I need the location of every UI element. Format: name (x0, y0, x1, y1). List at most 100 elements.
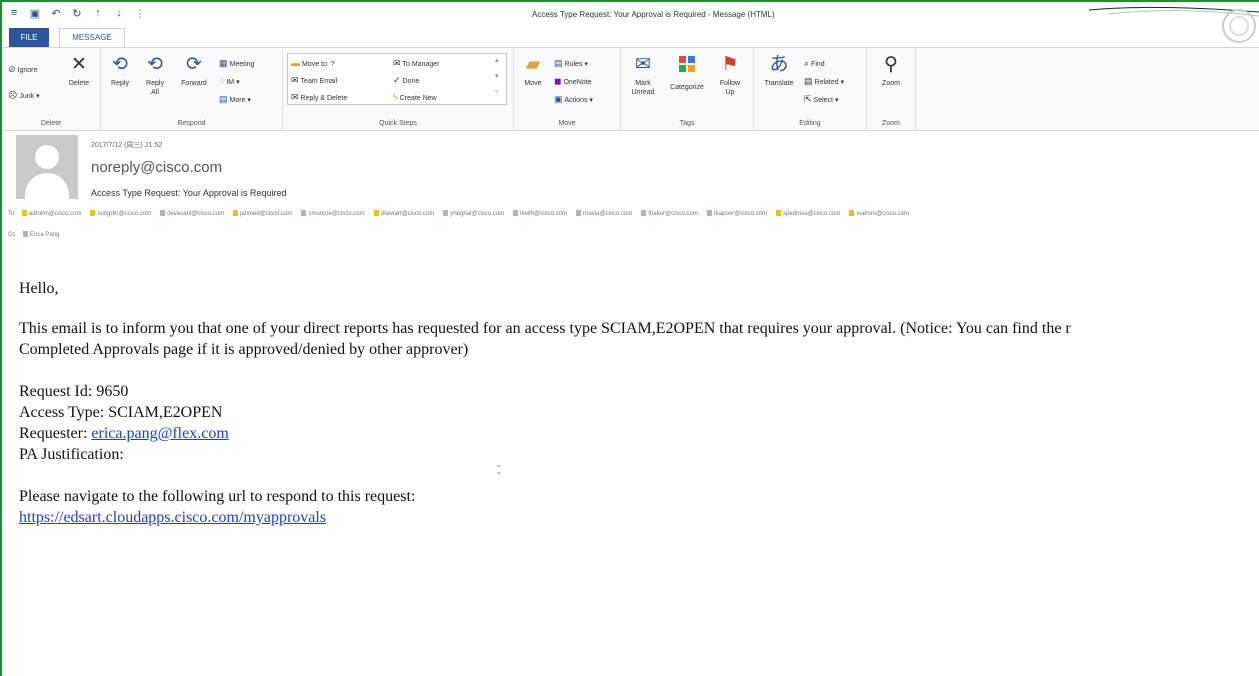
tags-group-label: Tags (679, 120, 695, 127)
delete-group: ⊘ Ignore ☹ Junk ▾ ✕ Delete Delete (2, 48, 101, 130)
move-to-label: Move to: ? (302, 61, 335, 68)
quick-step-done[interactable]: ✓ Done (393, 75, 419, 86)
app-menu-icon[interactable]: ≡ (8, 7, 20, 20)
reply-all-button[interactable]: ⟲ Reply All (139, 54, 171, 97)
actions-icon: ▣ (554, 94, 563, 104)
delete-group-label: Delete (40, 120, 62, 127)
more-icon: ▤ (219, 94, 228, 104)
to-recipient[interactable]: cmonroe@cisco.com (301, 210, 365, 217)
to-recipient-name: sungdin@cisco.com (97, 211, 152, 217)
follow-up-label: Follow Up (719, 80, 741, 96)
to-recipient[interactable]: lkeith@cisco.com (513, 210, 567, 217)
redo-icon[interactable]: ↻ (71, 7, 83, 20)
sender-address[interactable]: noreply@cisco.com (91, 159, 222, 176)
to-recipient[interactable]: dsewart@cisco.com (373, 210, 435, 217)
to-recipient[interactable]: jmeghal@cisco.com (443, 210, 504, 217)
to-recipient[interactable]: devasani@cisco.com (160, 210, 224, 217)
quick-step-reply-delete[interactable]: ✉ Reply & Delete (291, 92, 347, 103)
save-icon[interactable]: ▣ (29, 7, 41, 20)
categorize-icon (665, 54, 709, 80)
onenote-button[interactable]: ◼ OneNote (554, 76, 592, 87)
to-recipient[interactable]: thakur@cisco.com (641, 210, 698, 217)
customize-qat-icon[interactable]: ⋮ (134, 7, 146, 20)
cc-recipient[interactable]: Erica Pang (23, 231, 60, 238)
forward-button[interactable]: ⟳ Forward (175, 54, 213, 88)
undo-icon[interactable]: ↶ (50, 7, 62, 20)
quick-step-move-to[interactable]: ▬ Move to: ? (291, 58, 335, 68)
zoom-group: ⚲ Zoom Zoom (867, 48, 916, 130)
to-recipient[interactable]: vuehiro@cisco.com (849, 210, 909, 217)
junk-icon: ☹ (8, 90, 18, 100)
to-recipient[interactable]: roseta@cisco.com (575, 210, 632, 217)
gallery-scroll-down-icon[interactable]: ▾ (495, 72, 499, 80)
presence-icon (775, 210, 781, 216)
zoom-button[interactable]: ⚲ Zoom (873, 54, 909, 88)
zoom-label: Zoom (882, 80, 900, 87)
select-button[interactable]: ⇱ Select ▾ (804, 94, 838, 105)
editing-group: あ Translate ⌕ Find ▤ Related ▾ ⇱ Select ▾ E… (754, 48, 867, 130)
actions-label: Actions ▾ (564, 97, 593, 104)
presence-icon (513, 210, 519, 216)
to-recipient[interactable]: adrollm@cisco.com (22, 210, 81, 217)
down-arrow-icon[interactable]: ↓ (113, 7, 125, 20)
to-recipient-name: dsewart@cisco.com (380, 211, 435, 217)
to-recipient[interactable]: rkapoor@cisco.com (706, 210, 767, 217)
rules-button[interactable]: ▤ Rules ▾ (554, 58, 588, 69)
outlook-message-window: ≡ ▣ ↶ ↻ ↑ ↓ ⋮ Access Type Request: Your … (0, 0, 1259, 676)
mark-unread-icon: ✉ (635, 54, 651, 75)
categorize-button[interactable]: Categorize (665, 54, 709, 92)
zoom-group-label: Zoom (882, 120, 900, 127)
meeting-button[interactable]: ▦ Meeting (219, 58, 254, 69)
requester-email-link[interactable]: erica.pang@flex.com (91, 425, 228, 442)
to-manager-label: To Manager (402, 61, 440, 68)
related-button[interactable]: ▤ Related ▾ (804, 76, 844, 87)
junk-button[interactable]: ☹ Junk ▾ (8, 90, 40, 101)
move-button[interactable]: ▰ Move (518, 54, 548, 88)
gallery-expand-icon[interactable]: ▿ (495, 88, 499, 96)
tab-message[interactable]: MESSAGE (59, 28, 125, 47)
body-paragraph-line-1: This email is to inform you that one of … (19, 320, 1071, 337)
im-button[interactable]: ◌ IM ▾ (219, 76, 240, 86)
approvals-url-link[interactable]: https://edsart.cloudapps.cisco.com/myapp… (19, 509, 326, 526)
more-respond-button[interactable]: ▤ More ▾ (219, 94, 251, 105)
reply-icon: ⟲ (112, 54, 128, 75)
quick-step-create-new[interactable]: ϟ Create New (393, 92, 437, 102)
junk-label: Junk ▾ (19, 93, 40, 100)
to-recipient[interactable]: spedrosa@cisco.com (775, 210, 841, 217)
find-button[interactable]: ⌕ Find (804, 58, 825, 69)
gallery-scroll-up-icon[interactable]: ▴ (495, 56, 499, 64)
editing-group-label: Editing (799, 120, 821, 127)
requester-line: Requester: erica.pang@flex.com (19, 423, 1259, 444)
select-icon: ⇱ (804, 94, 812, 104)
translate-button[interactable]: あ Translate (758, 54, 800, 88)
tab-file[interactable]: FILE (9, 28, 49, 47)
up-arrow-icon[interactable]: ↑ (92, 7, 104, 20)
reply-all-icon: ⟲ (147, 54, 163, 75)
message-body: Hello, This email is to inform you that … (19, 278, 1259, 528)
access-type: Access Type: SCIAM,E2OPEN (19, 404, 223, 421)
cc-recipient-name: Erica Pang (30, 232, 60, 238)
respond-group-label: Respond (177, 120, 206, 127)
quick-step-team-email[interactable]: ✉ Team Email (291, 75, 337, 86)
reply-button[interactable]: ⟲ Reply (105, 54, 135, 88)
to-recipient-name: rkapoor@cisco.com (713, 211, 767, 217)
presence-icon (23, 231, 29, 237)
avatar-head (35, 145, 59, 169)
navigate-instruction: Please navigate to the following url to … (19, 488, 416, 505)
to-recipient[interactable]: jahmed@cisco.com (233, 210, 292, 217)
more-label: More ▾ (229, 97, 251, 104)
message-subject: Access Type Request: Your Approval is Re… (91, 188, 287, 198)
delete-button[interactable]: ✕ Delete (62, 54, 96, 88)
body-paragraph-line-2: Completed Approvals page if it is approv… (19, 341, 469, 358)
avatar-body (25, 173, 69, 199)
actions-button[interactable]: ▣ Actions ▾ (554, 94, 593, 105)
mark-unread-button[interactable]: ✉ Mark Unread (623, 54, 663, 97)
quick-step-to-manager[interactable]: ✉ To Manager (393, 58, 440, 69)
ignore-button[interactable]: ⊘ Ignore (8, 64, 37, 75)
to-recipient-name: spedrosa@cisco.com (782, 211, 841, 217)
presence-icon (575, 210, 581, 216)
to-recipient[interactable]: sungdin@cisco.com (90, 210, 152, 217)
follow-up-button[interactable]: ⚑ Follow Up (711, 54, 749, 97)
